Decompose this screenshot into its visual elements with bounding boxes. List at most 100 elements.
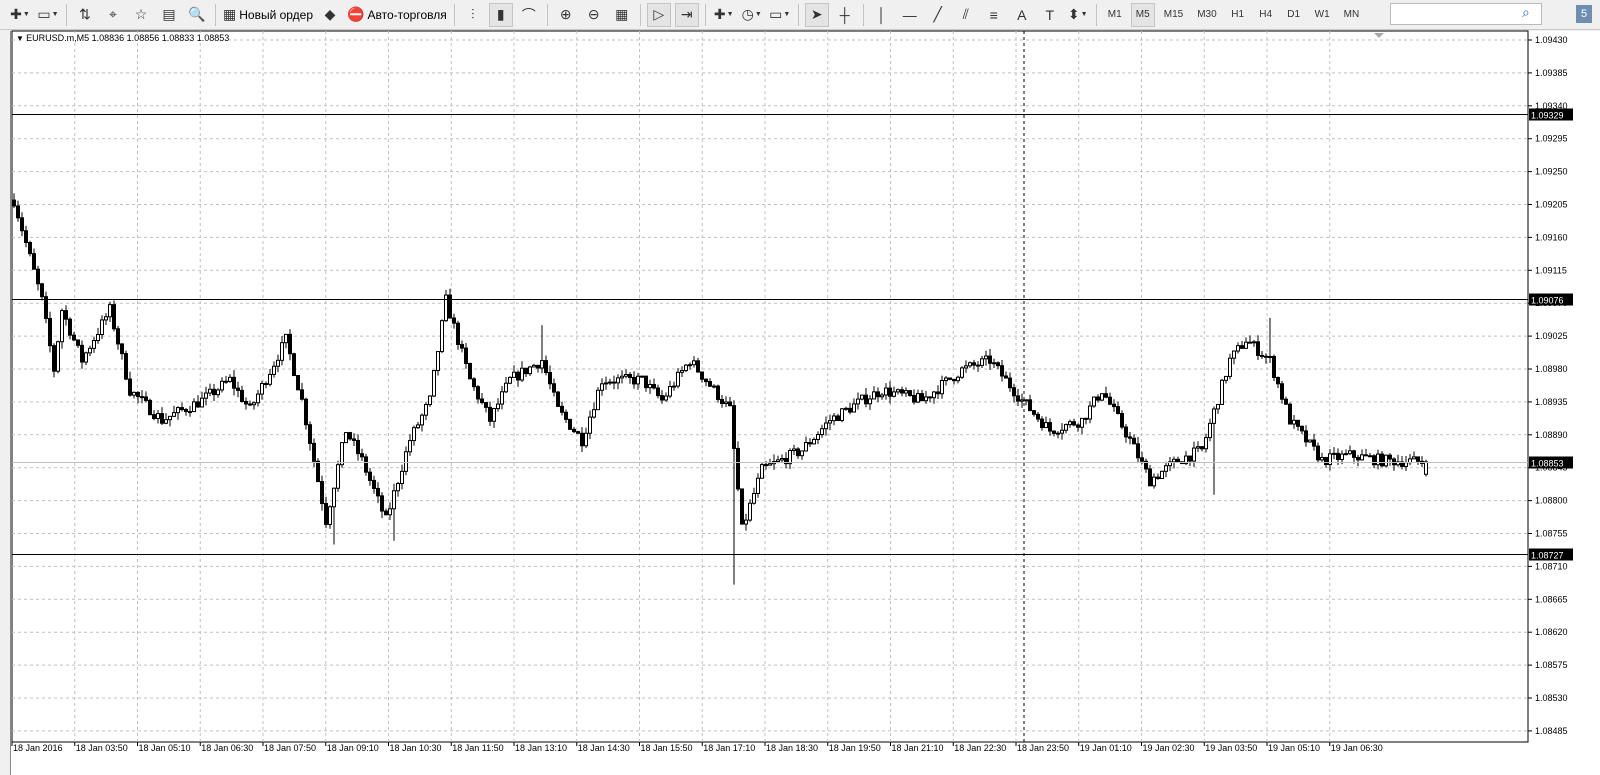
bearish-candle <box>1012 387 1016 397</box>
bullish-candle <box>756 477 760 494</box>
time-label: 18 Jan 22:30 <box>954 743 1006 753</box>
chart-header: ▼ EURUSD.m,M5 1.08836 1.08856 1.08833 1.… <box>16 33 230 43</box>
price-label: 1.08620 <box>1535 627 1568 637</box>
bullish-candle <box>868 398 872 405</box>
bearish-candle <box>976 364 980 367</box>
bearish-candle <box>468 362 472 380</box>
bullish-candle <box>88 347 92 354</box>
price-label: 1.09430 <box>1535 35 1568 45</box>
bullish-candle <box>392 490 396 510</box>
bullish-candle <box>408 440 412 453</box>
bearish-candle <box>1336 452 1340 460</box>
bullish-candle <box>60 310 64 343</box>
bearish-candle <box>516 371 520 381</box>
bullish-candle <box>504 382 508 393</box>
bullish-candle <box>648 384 652 389</box>
bullish-candle <box>788 450 792 465</box>
bullish-candle <box>1292 419 1296 425</box>
chart-header-text: EURUSD.m,M5 1.08836 1.08856 1.08833 1.08… <box>26 33 230 43</box>
bullish-candle <box>192 401 196 413</box>
bullish-candle <box>436 351 440 371</box>
bearish-candle <box>720 398 724 405</box>
bearish-candle <box>1324 457 1328 466</box>
bearish-candle <box>740 488 744 525</box>
bullish-candle <box>616 377 620 384</box>
bearish-candle <box>356 439 360 455</box>
bearish-candle <box>292 353 296 377</box>
bullish-candle <box>744 519 748 525</box>
bullish-candle <box>528 366 532 375</box>
bearish-candle <box>24 230 28 244</box>
bullish-candle <box>820 428 824 436</box>
bearish-candle <box>464 347 468 364</box>
bearish-candle <box>864 394 868 405</box>
time-label: 18 Jan 13:10 <box>515 743 567 753</box>
bearish-candle <box>1316 445 1320 461</box>
bearish-candle <box>1248 341 1252 344</box>
bearish-candle <box>152 414 156 420</box>
bullish-candle <box>780 458 784 461</box>
bearish-candle <box>580 432 584 447</box>
bullish-candle <box>884 387 888 396</box>
bullish-candle <box>916 393 920 403</box>
bearish-candle <box>348 432 352 440</box>
bearish-candle <box>32 253 36 270</box>
bullish-candle <box>216 389 220 396</box>
bullish-candle <box>1332 452 1336 455</box>
chart-menu-arrow-icon[interactable]: ▼ <box>16 34 26 43</box>
bullish-candle <box>328 506 332 525</box>
bearish-candle <box>632 376 636 385</box>
price-label: 1.09250 <box>1535 167 1568 177</box>
bullish-candle <box>252 402 256 406</box>
bullish-candle <box>132 391 136 396</box>
bearish-candle <box>448 294 452 319</box>
bearish-candle <box>1112 403 1116 408</box>
bullish-candle <box>1020 399 1024 402</box>
bullish-candle <box>684 364 688 372</box>
bullish-candle <box>400 470 404 485</box>
bullish-candle <box>440 320 444 353</box>
bearish-candle <box>452 317 456 324</box>
bullish-candle <box>1424 461 1428 475</box>
bullish-candle <box>1056 432 1060 435</box>
bullish-candle <box>904 390 908 394</box>
bearish-candle <box>316 460 320 483</box>
bearish-candle <box>380 495 384 512</box>
time-label: 18 Jan 17:10 <box>703 743 755 753</box>
bullish-candle <box>872 391 876 400</box>
time-label: 18 Jan 06:30 <box>201 743 253 753</box>
bearish-candle <box>16 205 20 219</box>
bullish-candle <box>416 424 420 429</box>
bearish-candle <box>244 400 248 405</box>
bullish-candle <box>1236 345 1240 352</box>
bullish-candle <box>776 459 780 463</box>
bullish-candle <box>828 420 832 424</box>
bearish-candle <box>708 381 712 387</box>
bearish-candle <box>288 333 292 355</box>
bearish-candle <box>76 339 80 346</box>
bearish-candle <box>1240 345 1244 349</box>
bearish-candle <box>1380 453 1384 467</box>
bullish-candle <box>596 389 600 411</box>
bullish-candle <box>964 365 968 369</box>
bullish-candle <box>844 407 848 410</box>
bearish-candle <box>1040 418 1044 429</box>
bearish-candle <box>920 393 924 402</box>
bullish-candle <box>1208 422 1212 439</box>
bullish-candle <box>508 376 512 384</box>
bearish-candle <box>212 388 216 396</box>
bearish-candle <box>1096 396 1100 401</box>
time-label: 18 Jan 14:30 <box>578 743 630 753</box>
bearish-candle <box>948 377 952 380</box>
bearish-candle <box>524 367 528 375</box>
bearish-candle <box>364 456 368 473</box>
bearish-candle <box>696 360 700 373</box>
bearish-candle <box>1120 412 1124 428</box>
bearish-candle <box>140 396 144 399</box>
bullish-candle <box>1216 403 1220 410</box>
bearish-candle <box>548 372 552 385</box>
price-chart[interactable]: 1.094301.093851.093401.092951.092501.092… <box>0 0 1600 775</box>
bearish-candle <box>300 389 304 400</box>
bullish-candle <box>1384 454 1388 467</box>
time-label: 19 Jan 06:30 <box>1331 743 1383 753</box>
